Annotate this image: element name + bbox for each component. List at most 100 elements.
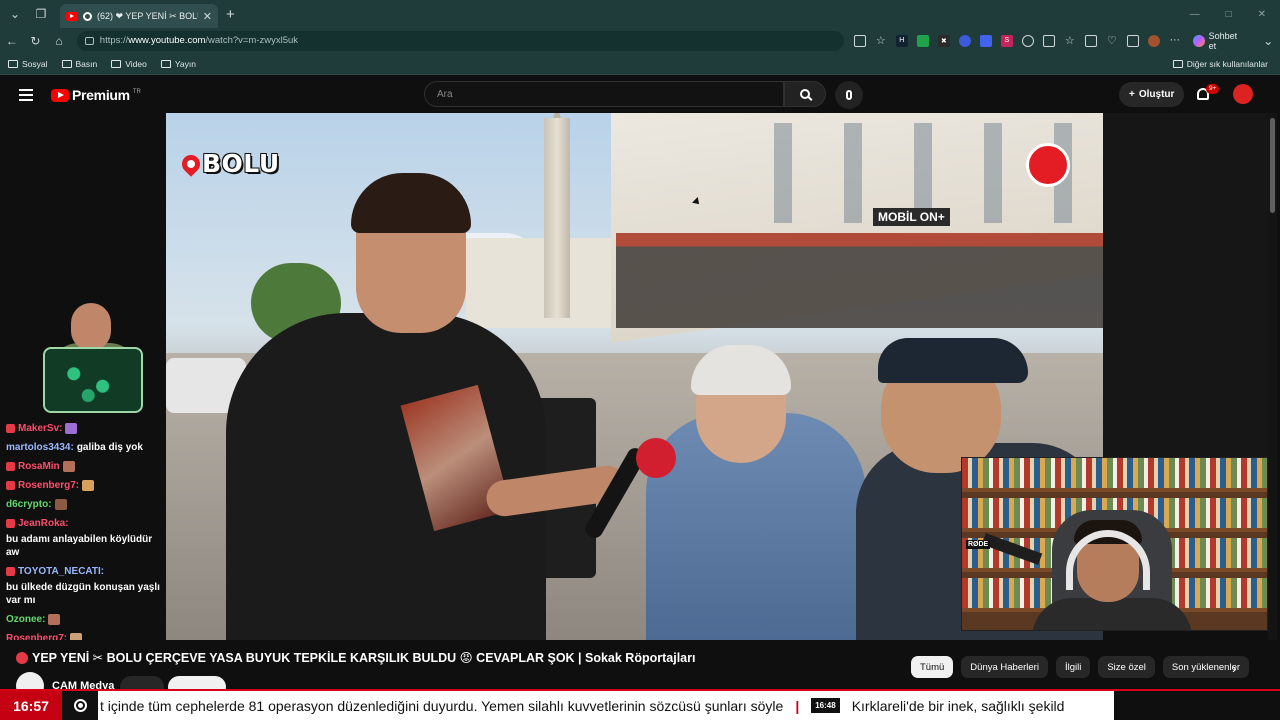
chat-emote-icon bbox=[82, 480, 95, 491]
browser-essentials-icon[interactable]: ♡ bbox=[1106, 35, 1118, 47]
maximize-icon[interactable]: □ bbox=[1226, 9, 1232, 20]
extension-translate-icon[interactable] bbox=[979, 34, 992, 47]
back-icon[interactable]: ← bbox=[0, 34, 24, 48]
favorites-icon[interactable]: ☆ bbox=[1064, 35, 1076, 47]
youtube-premium-logo[interactable]: Premium TR bbox=[51, 87, 141, 103]
youtube-favicon-icon bbox=[66, 11, 78, 21]
menu-icon[interactable] bbox=[19, 89, 33, 101]
chat-emote-icon bbox=[70, 633, 83, 640]
tab-close-icon[interactable]: ✕ bbox=[203, 10, 212, 23]
bookmark-folder-video[interactable]: Video bbox=[111, 59, 147, 69]
chat-badge-icon bbox=[6, 424, 15, 433]
chat-username: d6crypto: bbox=[6, 499, 52, 510]
minimize-icon[interactable]: — bbox=[1190, 9, 1200, 20]
profile-avatar-icon[interactable] bbox=[1147, 34, 1160, 47]
notification-badge: 9+ bbox=[1206, 84, 1220, 94]
search-input[interactable]: Ara bbox=[424, 81, 784, 107]
youtube-header: Premium TR Ara + Oluştur 9+ bbox=[3, 76, 1277, 114]
ticker-headline: t içinde tüm cephelerde 81 operasyon düz… bbox=[100, 697, 784, 714]
chat-message: JeanRoka: bu adamı anlayabilen köylüdür a… bbox=[6, 517, 166, 559]
location-pin-icon bbox=[178, 150, 204, 177]
other-favorites[interactable]: Diğer sık kullanılanlar bbox=[1172, 59, 1280, 69]
chip-for-you[interactable]: Size özel bbox=[1098, 656, 1155, 678]
chat-emote-icon bbox=[54, 499, 67, 510]
chat-message: d6crypto: bbox=[6, 498, 166, 511]
extensions-row: ☆ H ✖ S ☆ ♡ ⋯ bbox=[853, 34, 1181, 47]
bookmarks-bar: Sosyal Basın Video Yayın Diğer sık kulla… bbox=[0, 53, 1280, 75]
folder-icon bbox=[160, 59, 171, 68]
microphone-brand-label: RØDE bbox=[966, 540, 991, 549]
chat-message: TOYOTA_NECATI: bu ülkede düzgün konuşan y… bbox=[6, 565, 166, 607]
sidebar-chevron-icon[interactable]: ⌄ bbox=[1256, 34, 1280, 48]
ticker-headlines: t içinde tüm cephelerde 81 operasyon düz… bbox=[98, 698, 1114, 714]
copilot-chat-button[interactable]: Sohbet et bbox=[1192, 30, 1247, 51]
chips-next-chevron-icon[interactable]: › bbox=[1232, 660, 1237, 676]
chat-text: galiba diş yok bbox=[76, 442, 143, 453]
voice-search-button[interactable] bbox=[835, 81, 863, 109]
heart-emoji-icon bbox=[16, 651, 28, 664]
ticker-clock: 16:57 bbox=[0, 691, 62, 720]
more-menu-icon[interactable]: ⋯ bbox=[1169, 35, 1181, 47]
extension-s-icon[interactable]: S bbox=[1000, 34, 1013, 47]
account-avatar[interactable] bbox=[1233, 84, 1253, 104]
copilot-icon bbox=[1192, 34, 1205, 47]
workspaces-icon[interactable]: ❐ bbox=[30, 3, 52, 25]
chip-all[interactable]: Tümü bbox=[911, 656, 954, 678]
search-icon bbox=[800, 89, 810, 99]
chat-username: JeanRoka: bbox=[18, 518, 69, 529]
screenshot-icon[interactable] bbox=[1126, 34, 1139, 47]
chat-username: Ozonee: bbox=[6, 614, 46, 625]
search-button[interactable] bbox=[784, 81, 826, 107]
stream-overlay-panel: MakerSv: martolos3434: galiba diş yok RosaM… bbox=[3, 113, 166, 640]
browser-address-bar: ← ↻ ⌂ https://www.youtube.com/watch?v=m-… bbox=[0, 28, 1280, 53]
url-input[interactable]: https://www.youtube.com/watch?v=m-zwyxl5… bbox=[76, 30, 844, 51]
chat-username: MakerSv: bbox=[18, 423, 63, 434]
extension-puzzle-icon[interactable] bbox=[1021, 34, 1034, 47]
chat-emote-icon bbox=[65, 423, 78, 434]
app-available-icon[interactable] bbox=[853, 34, 866, 47]
chat-label: Sohbet et bbox=[1208, 30, 1238, 51]
extension-blue-icon[interactable] bbox=[958, 34, 971, 47]
youtube-logo-icon bbox=[51, 88, 69, 102]
browser-tab-youtube[interactable]: (62) ❤ YEP YENİ ✂ BOLU CEŞ ✕ bbox=[60, 4, 218, 28]
chat-message: Ozonee: bbox=[6, 613, 166, 626]
url-text: https://www.youtube.com/watch?v=m-zwyxl5… bbox=[99, 35, 299, 46]
chat-message: MakerSv: bbox=[6, 422, 166, 435]
browser-tab-bar: ⌄ ❐ (62) ❤ YEP YENİ ✂ BOLU CEŞ ✕ + — □ ✕ bbox=[0, 0, 1280, 28]
related-filter-chips: Tümü Dünya Haberleri İlgili Size özel So… bbox=[911, 656, 1250, 678]
chat-username: Rosenberg7: bbox=[18, 480, 80, 491]
favorite-star-icon[interactable]: ☆ bbox=[875, 35, 887, 47]
create-button[interactable]: + Oluştur bbox=[1119, 82, 1185, 107]
live-indicator-icon bbox=[62, 691, 98, 720]
refresh-icon[interactable]: ↻ bbox=[24, 34, 48, 48]
chat-badge-icon bbox=[6, 481, 15, 490]
chat-badge-icon bbox=[6, 462, 15, 471]
chip-related[interactable]: İlgili bbox=[1055, 656, 1091, 678]
news-ticker: 16:57 t içinde tüm cephelerde 81 operasy… bbox=[0, 689, 1280, 720]
split-screen-icon[interactable] bbox=[1042, 34, 1055, 47]
ticker-headline-time: 16:48 bbox=[811, 698, 840, 713]
bookmark-folder-yayin[interactable]: Yayın bbox=[160, 59, 196, 69]
microphone-prop bbox=[636, 438, 676, 478]
new-tab-button[interactable]: + bbox=[226, 6, 235, 23]
scrollbar-thumb[interactable] bbox=[1270, 118, 1275, 213]
location-badge: BOLU bbox=[178, 149, 280, 178]
close-window-icon[interactable]: ✕ bbox=[1258, 9, 1266, 20]
bookmark-folder-basin[interactable]: Basın bbox=[61, 59, 97, 69]
extension-h-icon[interactable]: H bbox=[895, 34, 908, 47]
collections-icon[interactable] bbox=[1084, 34, 1097, 47]
plus-icon: + bbox=[1129, 89, 1135, 100]
side-background bbox=[1103, 113, 1268, 458]
window-controls: — □ ✕ bbox=[1190, 9, 1280, 20]
chat-message: Rosenberg7: bbox=[6, 632, 166, 640]
bookmark-folder-sosyal[interactable]: Sosyal bbox=[8, 59, 48, 69]
extension-x-icon[interactable]: ✖ bbox=[937, 34, 950, 47]
chat-text: bu adamı anlayabilen köylüdür aw bbox=[6, 534, 153, 558]
chip-world-news[interactable]: Dünya Haberleri bbox=[961, 656, 1048, 678]
extension-green-icon[interactable] bbox=[916, 34, 929, 47]
chat-username: martolos3434: bbox=[6, 442, 74, 453]
home-icon[interactable]: ⌂ bbox=[47, 34, 71, 48]
tab-actions-chevron-icon[interactable]: ⌄ bbox=[4, 3, 26, 25]
tab-title: (62) ❤ YEP YENİ ✂ BOLU CEŞ bbox=[97, 10, 198, 21]
chat-username: Rosenberg7: bbox=[6, 633, 68, 640]
